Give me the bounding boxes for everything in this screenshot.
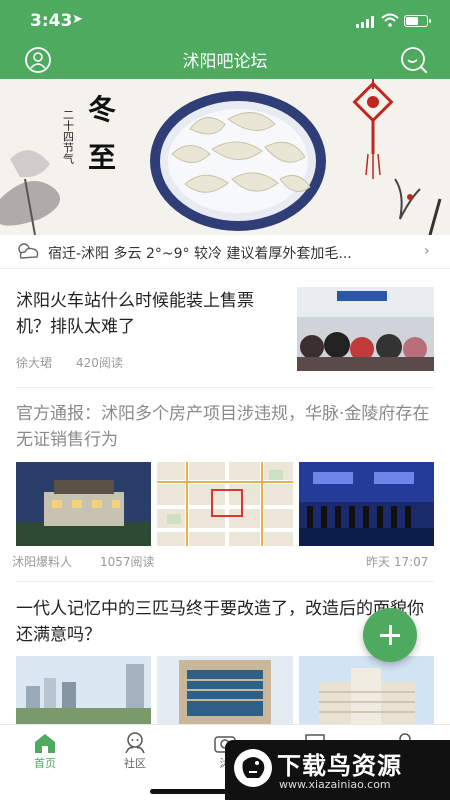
watermark-name: 下载鸟资源 bbox=[277, 752, 402, 780]
article-reads: 1057阅读 bbox=[100, 555, 155, 569]
article-thumbnail[interactable] bbox=[157, 462, 293, 546]
battery-icon bbox=[404, 15, 431, 27]
article-reads: 420阅读 bbox=[76, 356, 123, 370]
weather-text: 宿迁-沭阳 多云 2°~9° 较冷 建议着厚外套加毛... bbox=[48, 246, 352, 262]
article-author: 沭阳爆料人 bbox=[12, 555, 73, 569]
location-arrow-icon: ➤ bbox=[72, 12, 83, 27]
banner-calligraphy-subtitle: 二十四节气 bbox=[62, 109, 75, 164]
page-title: 沭阳吧论坛 bbox=[182, 52, 268, 72]
chevron-right-icon: › bbox=[424, 243, 430, 259]
community-icon bbox=[125, 732, 145, 754]
tab-label: 首页 bbox=[34, 757, 56, 770]
tab-home[interactable]: 首页 bbox=[0, 725, 90, 775]
add-post-button[interactable] bbox=[363, 608, 417, 662]
cloudy-icon bbox=[18, 243, 39, 259]
status-time: 3:43 bbox=[30, 11, 73, 31]
article-thumbnail[interactable] bbox=[16, 656, 151, 724]
article-thumbnail[interactable] bbox=[297, 287, 434, 371]
article-time: 昨天 17:07 bbox=[366, 555, 429, 569]
bird-logo-icon bbox=[234, 749, 272, 787]
divider bbox=[16, 387, 434, 388]
article-thumbnail[interactable] bbox=[299, 656, 434, 724]
svg-text:至: 至 bbox=[88, 141, 116, 174]
status-bar: 3:43 ➤ bbox=[0, 0, 450, 40]
app-screen: 3:43 ➤ 沭阳吧论坛 冬 至 二十四节气 宿迁-沭阳 多云 2°~9° 较冷… bbox=[0, 0, 450, 800]
article-thumbnail[interactable] bbox=[157, 656, 293, 724]
signal-icon bbox=[356, 16, 376, 28]
home-indicator bbox=[150, 789, 284, 794]
article-thumbnail[interactable] bbox=[16, 462, 151, 546]
banner-calligraphy-title: 冬 bbox=[88, 93, 116, 126]
weather-bar[interactable]: 宿迁-沭阳 多云 2°~9° 较冷 建议着厚外套加毛... › bbox=[0, 235, 450, 269]
divider bbox=[16, 581, 434, 582]
winter-solstice-illustration: 冬 至 二十四节气 bbox=[0, 79, 450, 235]
tab-label: 社区 bbox=[124, 757, 146, 770]
article-thumbnail[interactable] bbox=[299, 462, 434, 546]
article-title[interactable]: 官方通报：沭阳多个房产项目涉违规，华脉·金陵府存在无证销售行为 bbox=[16, 401, 434, 453]
search-icon[interactable] bbox=[400, 46, 428, 74]
article-title[interactable]: 沭阳火车站什么时候能装上售票机？排队太难了 bbox=[16, 288, 284, 340]
home-icon bbox=[35, 734, 55, 753]
banner-image[interactable]: 冬 至 二十四节气 bbox=[0, 79, 450, 235]
wifi-icon bbox=[381, 13, 399, 27]
watermark-url: www.xiazainiao.com bbox=[279, 778, 391, 791]
tab-community[interactable]: 社区 bbox=[90, 725, 180, 775]
article-author: 徐大珺 bbox=[16, 356, 53, 370]
app-header: 3:43 ➤ 沭阳吧论坛 bbox=[0, 0, 450, 79]
